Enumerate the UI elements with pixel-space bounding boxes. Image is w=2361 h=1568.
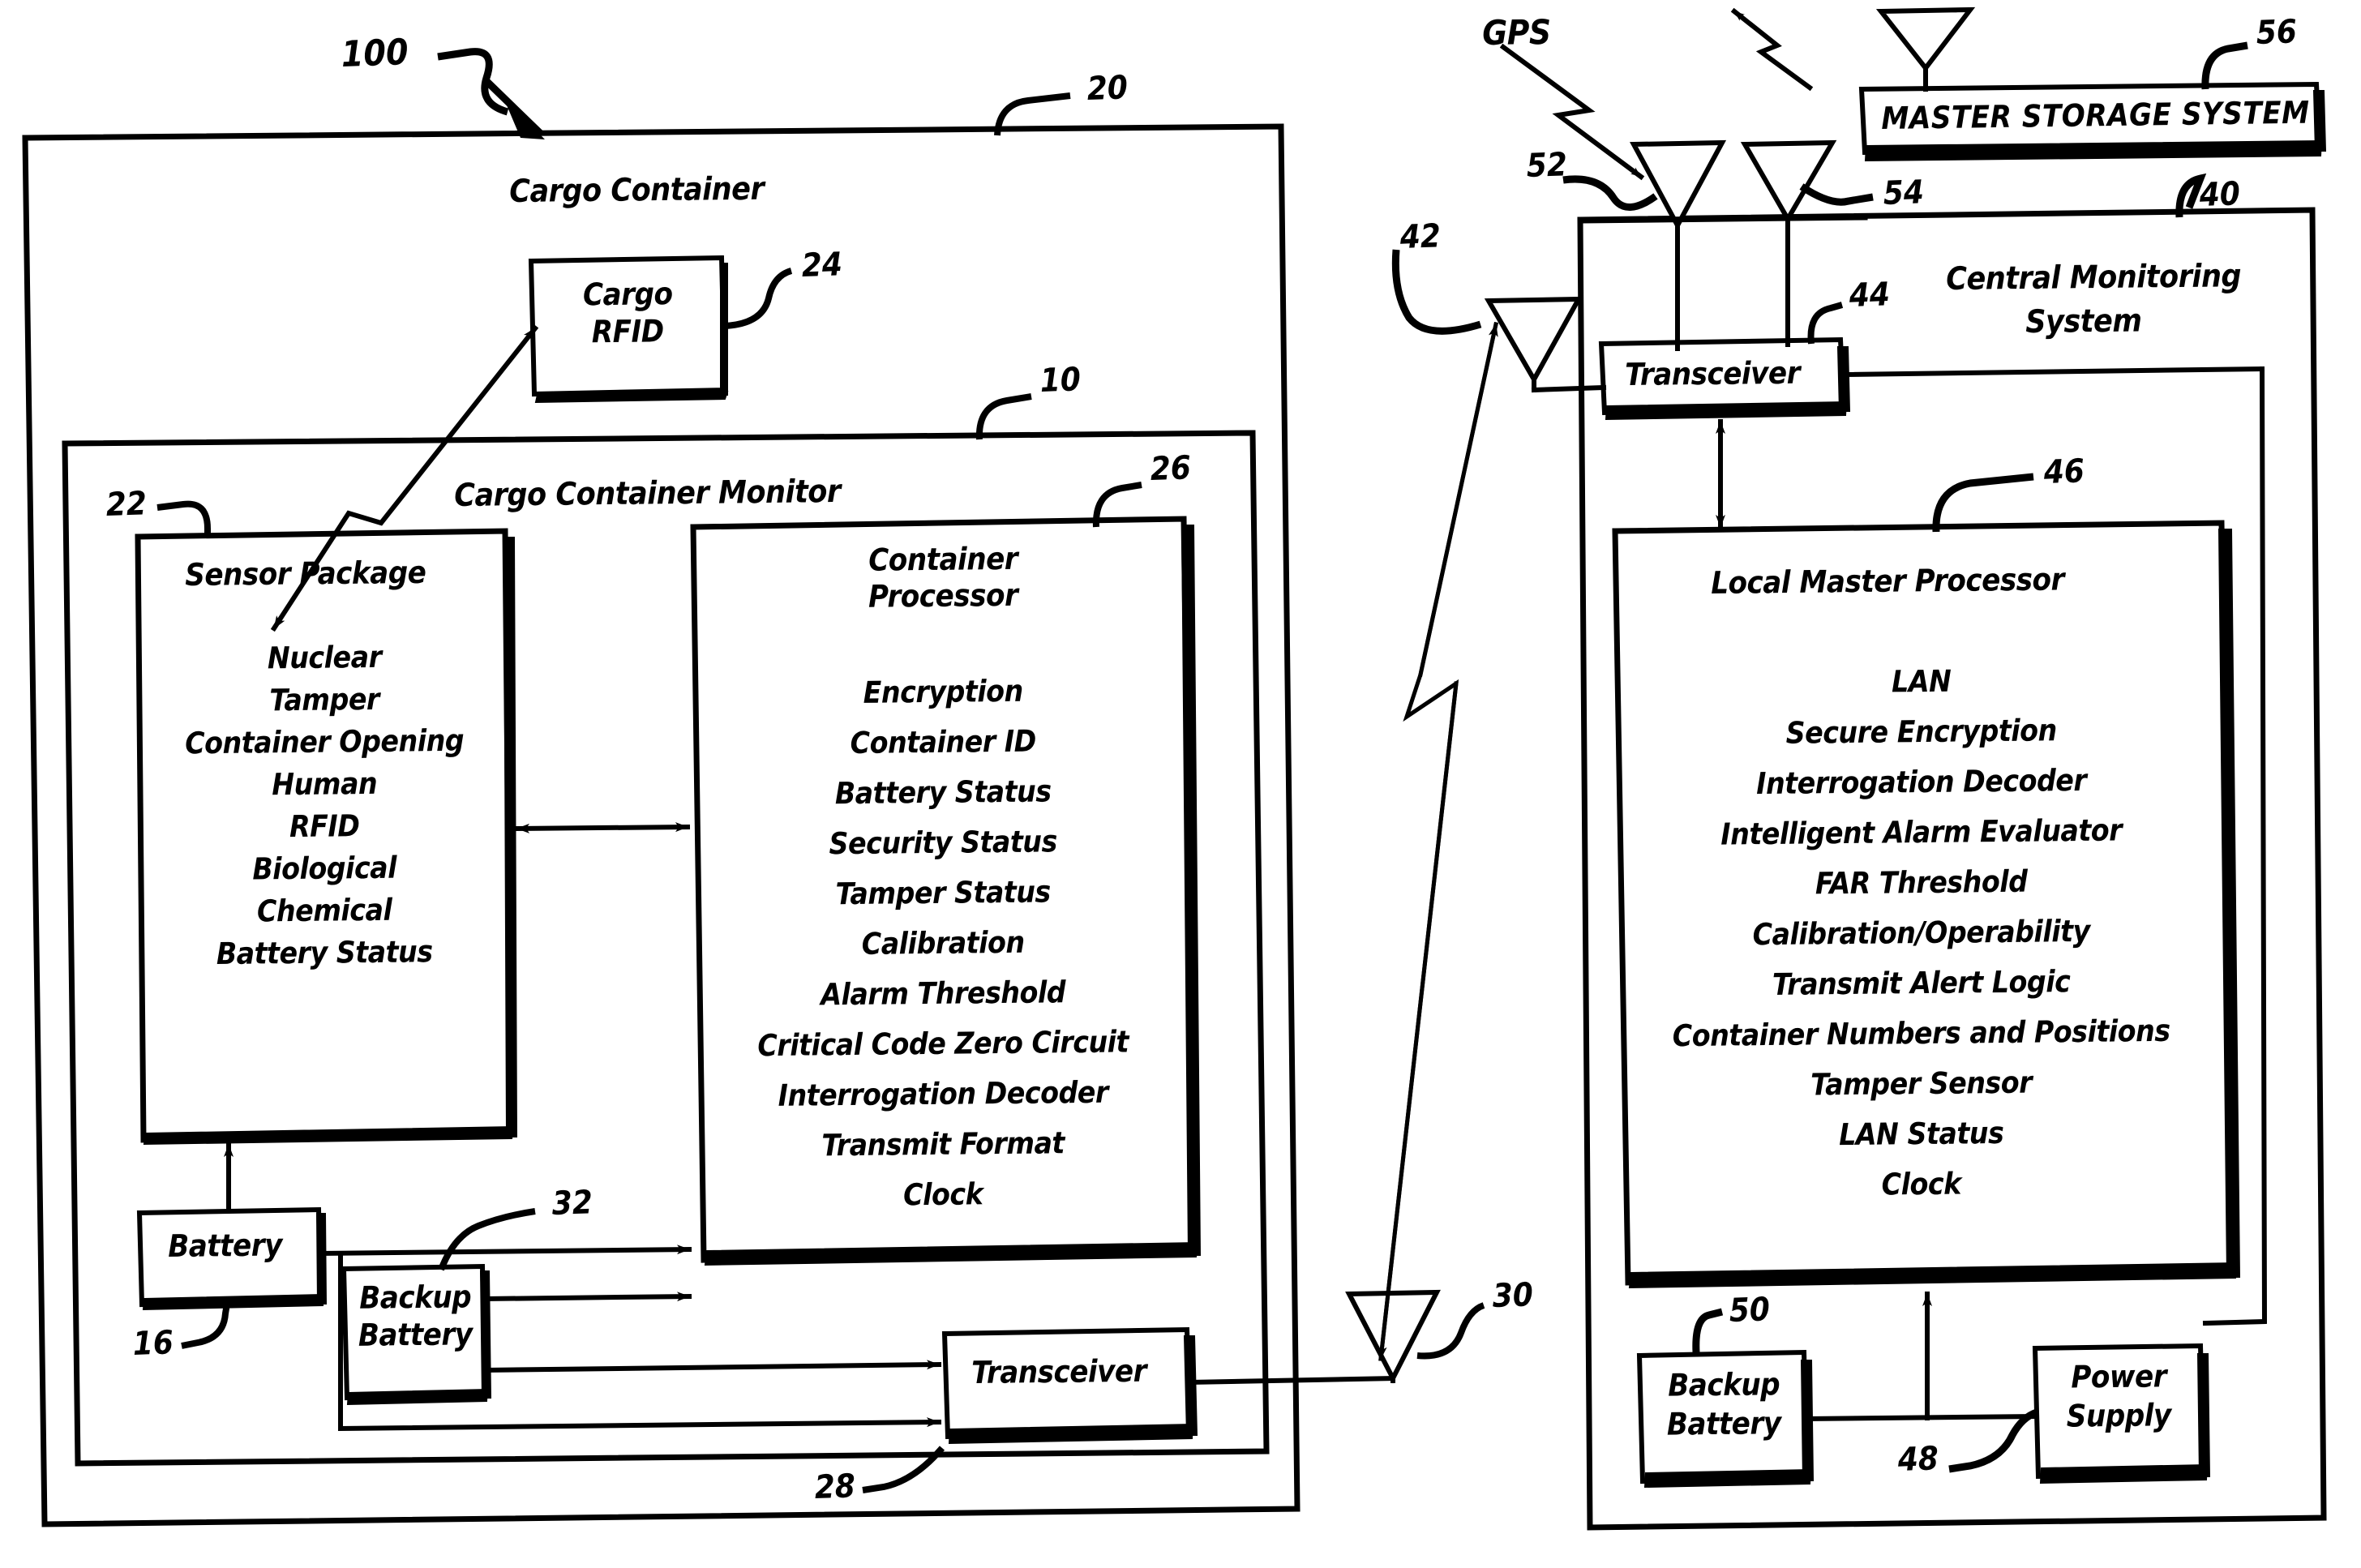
ref-48-leader bbox=[1948, 1408, 2038, 1473]
patent-figure: 100 Cargo Container 20 Cargo RFID 24 Car… bbox=[0, 0, 2361, 1568]
